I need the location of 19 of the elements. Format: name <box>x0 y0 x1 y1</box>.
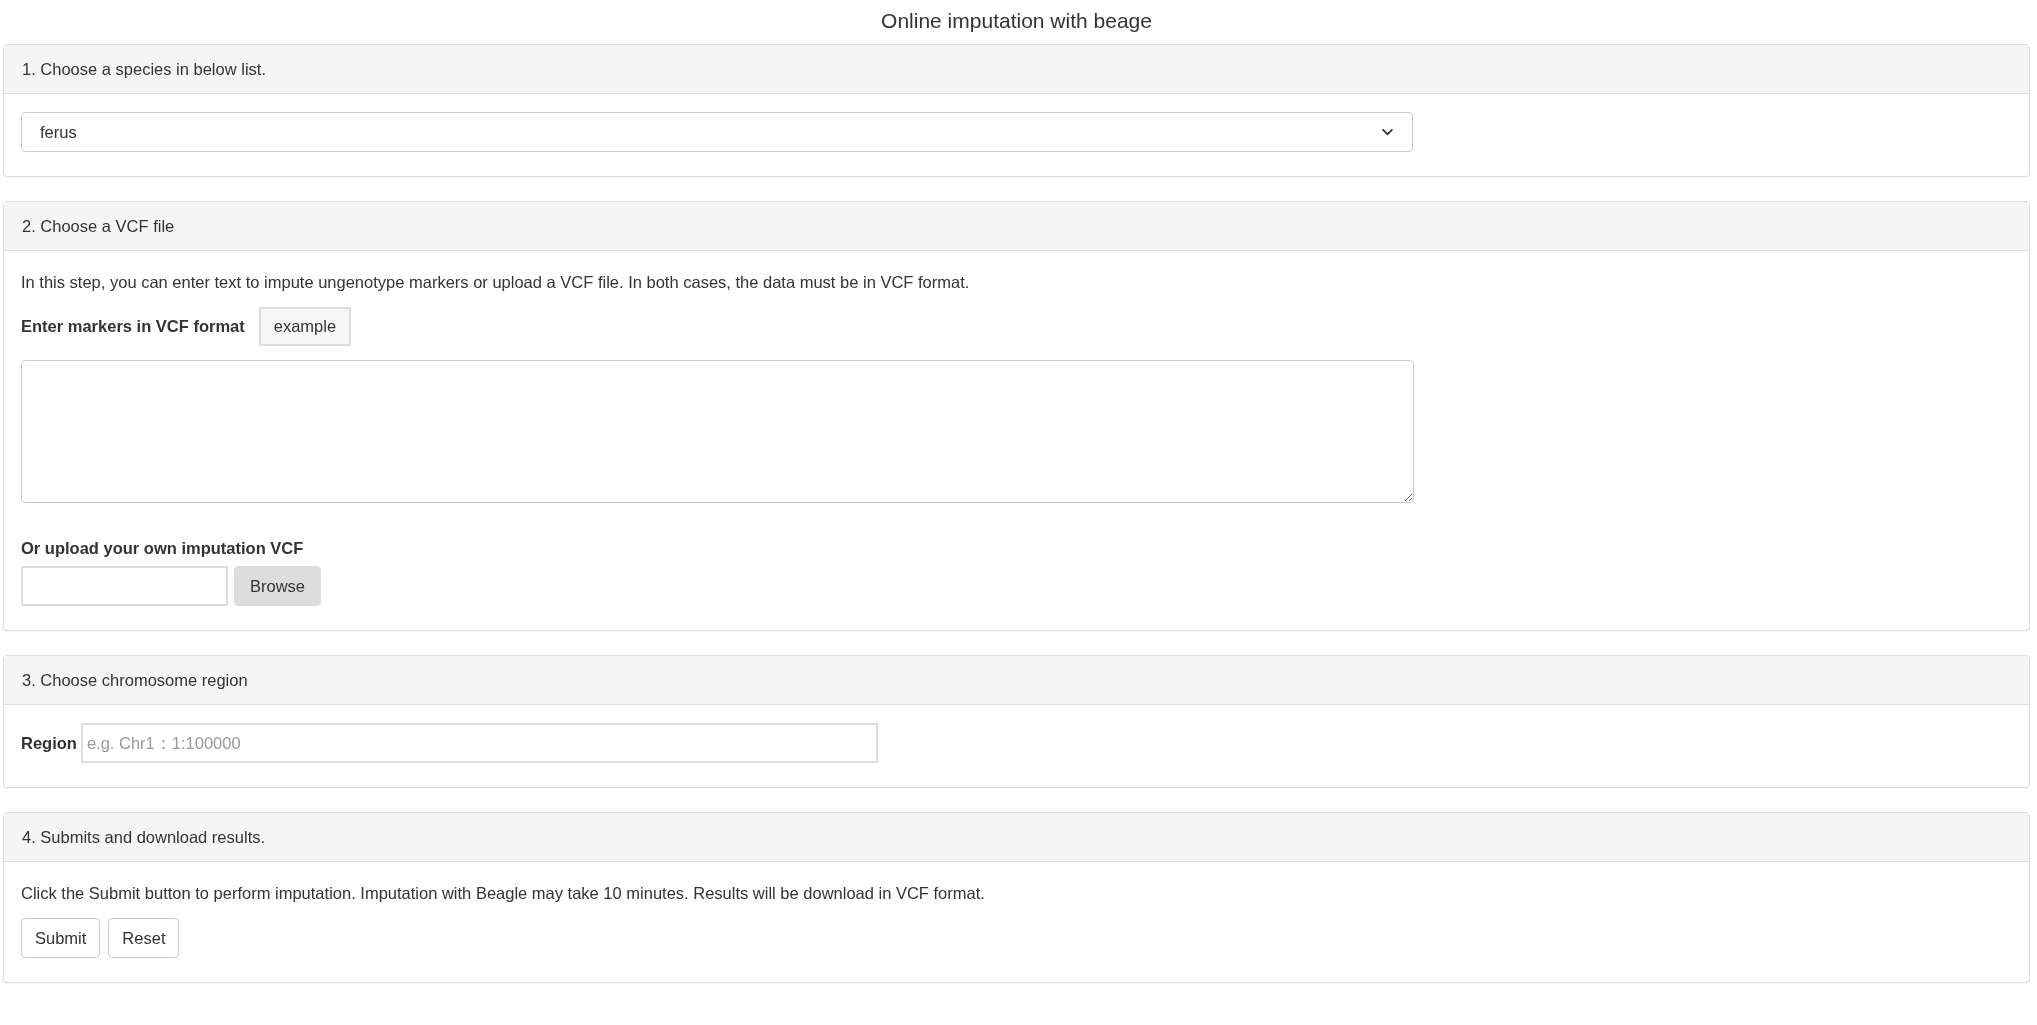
instruction-text: In this step, you can enter text to impute ungenotype markers or upload a VCF file. In both cases, the data must be in VCF format. <box>21 272 971 293</box>
chevron-down-icon <box>1381 128 1394 136</box>
file-path-field[interactable] <box>21 566 228 606</box>
region-input-field[interactable]: e.g. Chr1：1:100000 <box>80 723 878 763</box>
markers-textarea[interactable] <box>21 360 1414 503</box>
page-title: Online imputation with beage <box>880 8 1153 34</box>
field-label: Enter markers in VCF format <box>21 317 245 336</box>
panel-heading: 1. Choose a species in below list. <box>4 45 2029 94</box>
example-button[interactable]: example <box>258 307 352 346</box>
action-button[interactable]: Submit <box>21 918 101 958</box>
panel-heading: 3. Choose chromosome region <box>4 656 2029 705</box>
species-select[interactable]: ferus <box>21 112 1413 152</box>
panel-heading: 2. Choose a VCF file <box>4 202 2029 251</box>
field-label: Or upload your own imputation VCF <box>21 539 305 558</box>
action-button[interactable]: Reset <box>108 918 180 958</box>
field-label: Region <box>21 733 77 753</box>
panel-heading: 4. Submits and download results. <box>4 813 2029 862</box>
instruction-text: Click the Submit button to perform imputation. Imputation with Beagle may take 10 minutes. Results will be download in VCF format. <box>21 883 986 904</box>
browse-button[interactable]: Browse <box>234 566 322 606</box>
